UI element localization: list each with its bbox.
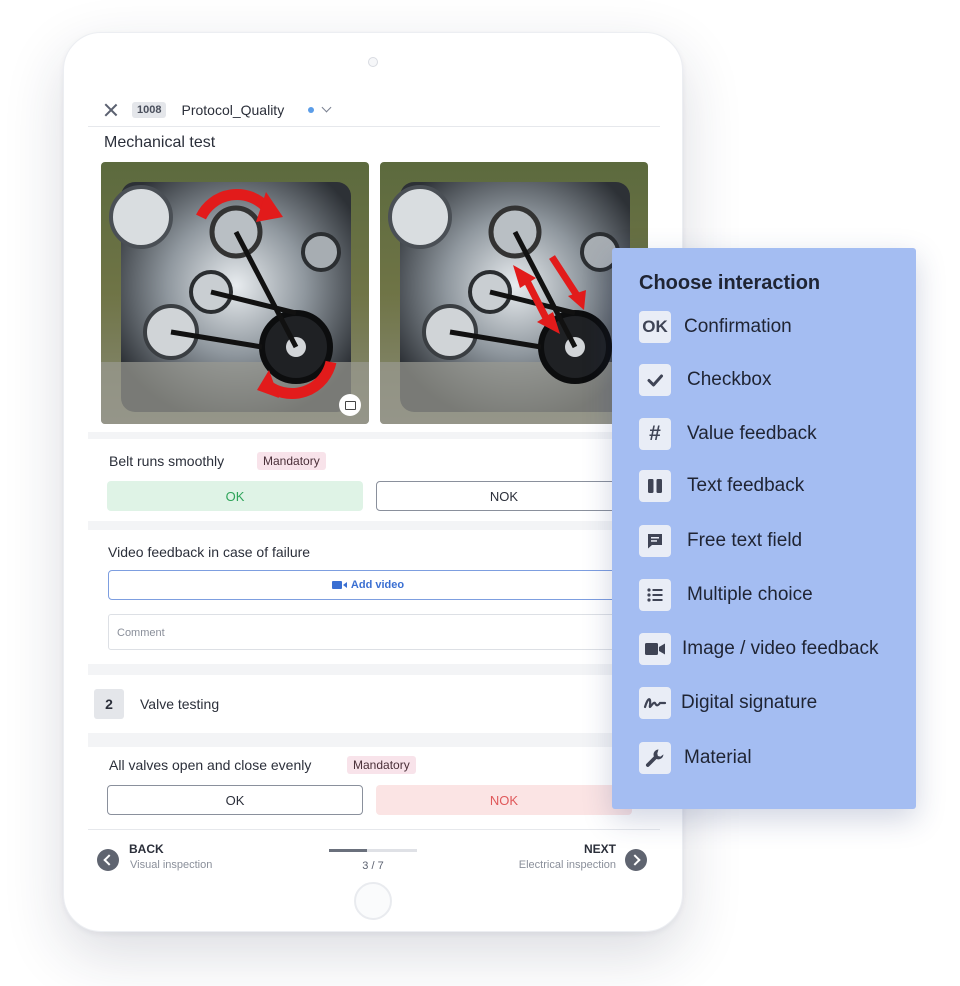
signature-icon: [639, 687, 671, 719]
interaction-image-video-feedback[interactable]: Image / video feedback: [639, 633, 878, 665]
back-arrow-icon[interactable]: [97, 849, 119, 871]
wrench-icon: [639, 742, 671, 774]
engine-image: [101, 162, 369, 424]
add-video-button[interactable]: Add video: [108, 570, 628, 600]
next-step-name: Electrical inspection: [518, 859, 616, 871]
tablet-camera: [368, 57, 378, 67]
ok-icon: OK: [639, 311, 671, 343]
video-icon: [639, 633, 671, 665]
status-dot-icon: [308, 106, 315, 113]
expand-image-icon[interactable]: [339, 394, 361, 416]
mandatory-badge: Mandatory: [257, 452, 326, 470]
app-header: 1008 Protocol_Quality: [88, 93, 660, 127]
valves-question-card: All valves open and close evenly Mandato…: [88, 747, 660, 829]
nok-button[interactable]: NOK: [376, 785, 632, 815]
hash-icon: #: [639, 418, 671, 450]
step-title: Valve testing: [140, 696, 220, 712]
progress-bar: [329, 849, 417, 852]
hash-icon-glyph: #: [649, 422, 661, 445]
ok-button[interactable]: OK: [107, 481, 363, 511]
interaction-value-feedback[interactable]: # Value feedback: [639, 418, 817, 450]
protocol-title: Protocol_Quality: [181, 101, 285, 118]
interaction-multiple-choice[interactable]: Multiple choice: [639, 579, 813, 611]
interaction-label: Image / video feedback: [682, 638, 879, 659]
nok-button[interactable]: NOK: [376, 481, 632, 511]
chevron-down-icon[interactable]: [321, 102, 332, 113]
engine-image: [380, 162, 648, 424]
back-step-name: Visual inspection: [130, 859, 213, 871]
section-title: Mechanical test: [104, 134, 216, 151]
tablet-home-button[interactable]: [354, 882, 392, 920]
text-feedback-icon: [639, 470, 671, 502]
step-valve-testing[interactable]: 2 Valve testing: [88, 675, 660, 733]
chat-icon: [639, 525, 671, 557]
back-button[interactable]: BACK: [129, 842, 164, 856]
check-icon: [639, 364, 671, 396]
choose-interaction-panel: Choose interaction OK Confirmation Check…: [612, 248, 916, 809]
interaction-confirmation[interactable]: OK Confirmation: [639, 311, 792, 343]
mandatory-badge: Mandatory: [347, 756, 416, 774]
panel-title: Choose interaction: [639, 272, 821, 294]
interaction-label: Confirmation: [684, 316, 792, 337]
add-video-label: Add video: [350, 579, 405, 591]
progress-fill: [329, 849, 367, 852]
interaction-digital-signature[interactable]: Digital signature: [639, 687, 817, 719]
tablet-frame: 1008 Protocol_Quality Mechanical test Be…: [63, 32, 683, 932]
interaction-label: Text feedback: [687, 475, 805, 496]
record-id-badge: 1008: [132, 101, 167, 118]
video-camera-icon: [331, 581, 347, 589]
footer-navigation: BACK Visual inspection 3 / 7 NEXT Electr…: [88, 829, 660, 883]
list-icon: [639, 579, 671, 611]
belt-question-card: Belt runs smoothly Mandatory OK NOK: [88, 439, 660, 521]
interaction-label: Multiple choice: [687, 584, 813, 605]
ok-icon-glyph: OK: [642, 317, 668, 336]
interaction-free-text-field[interactable]: Free text field: [639, 525, 802, 557]
interaction-checkbox[interactable]: Checkbox: [639, 364, 772, 396]
video-feedback-card: Video feedback in case of failure Add vi…: [88, 530, 660, 664]
interaction-text-feedback[interactable]: Text feedback: [639, 470, 804, 502]
engine-photo-rotation[interactable]: [101, 162, 369, 424]
interaction-label: Material: [684, 747, 752, 768]
next-arrow-icon[interactable]: [625, 849, 647, 871]
interaction-label: Checkbox: [687, 369, 772, 390]
interaction-label: Digital signature: [681, 692, 818, 713]
progress-text: 3 / 7: [362, 860, 384, 872]
engine-photo-tension[interactable]: [380, 162, 648, 424]
question-label: Video feedback in case of failure: [108, 544, 311, 560]
interaction-label: Value feedback: [687, 423, 817, 444]
mechanical-test-section: Mechanical test: [88, 127, 660, 432]
app-screen: 1008 Protocol_Quality Mechanical test Be…: [88, 93, 660, 883]
question-label: Belt runs smoothly: [109, 453, 225, 469]
ok-button[interactable]: OK: [107, 785, 363, 815]
next-button[interactable]: NEXT: [584, 842, 616, 856]
comment-input[interactable]: Comment: [108, 614, 628, 650]
question-label: All valves open and close evenly: [109, 757, 312, 773]
interaction-material[interactable]: Material: [639, 742, 752, 774]
interaction-label: Free text field: [687, 530, 803, 551]
step-number-badge: 2: [94, 689, 124, 719]
close-icon[interactable]: [104, 103, 118, 117]
